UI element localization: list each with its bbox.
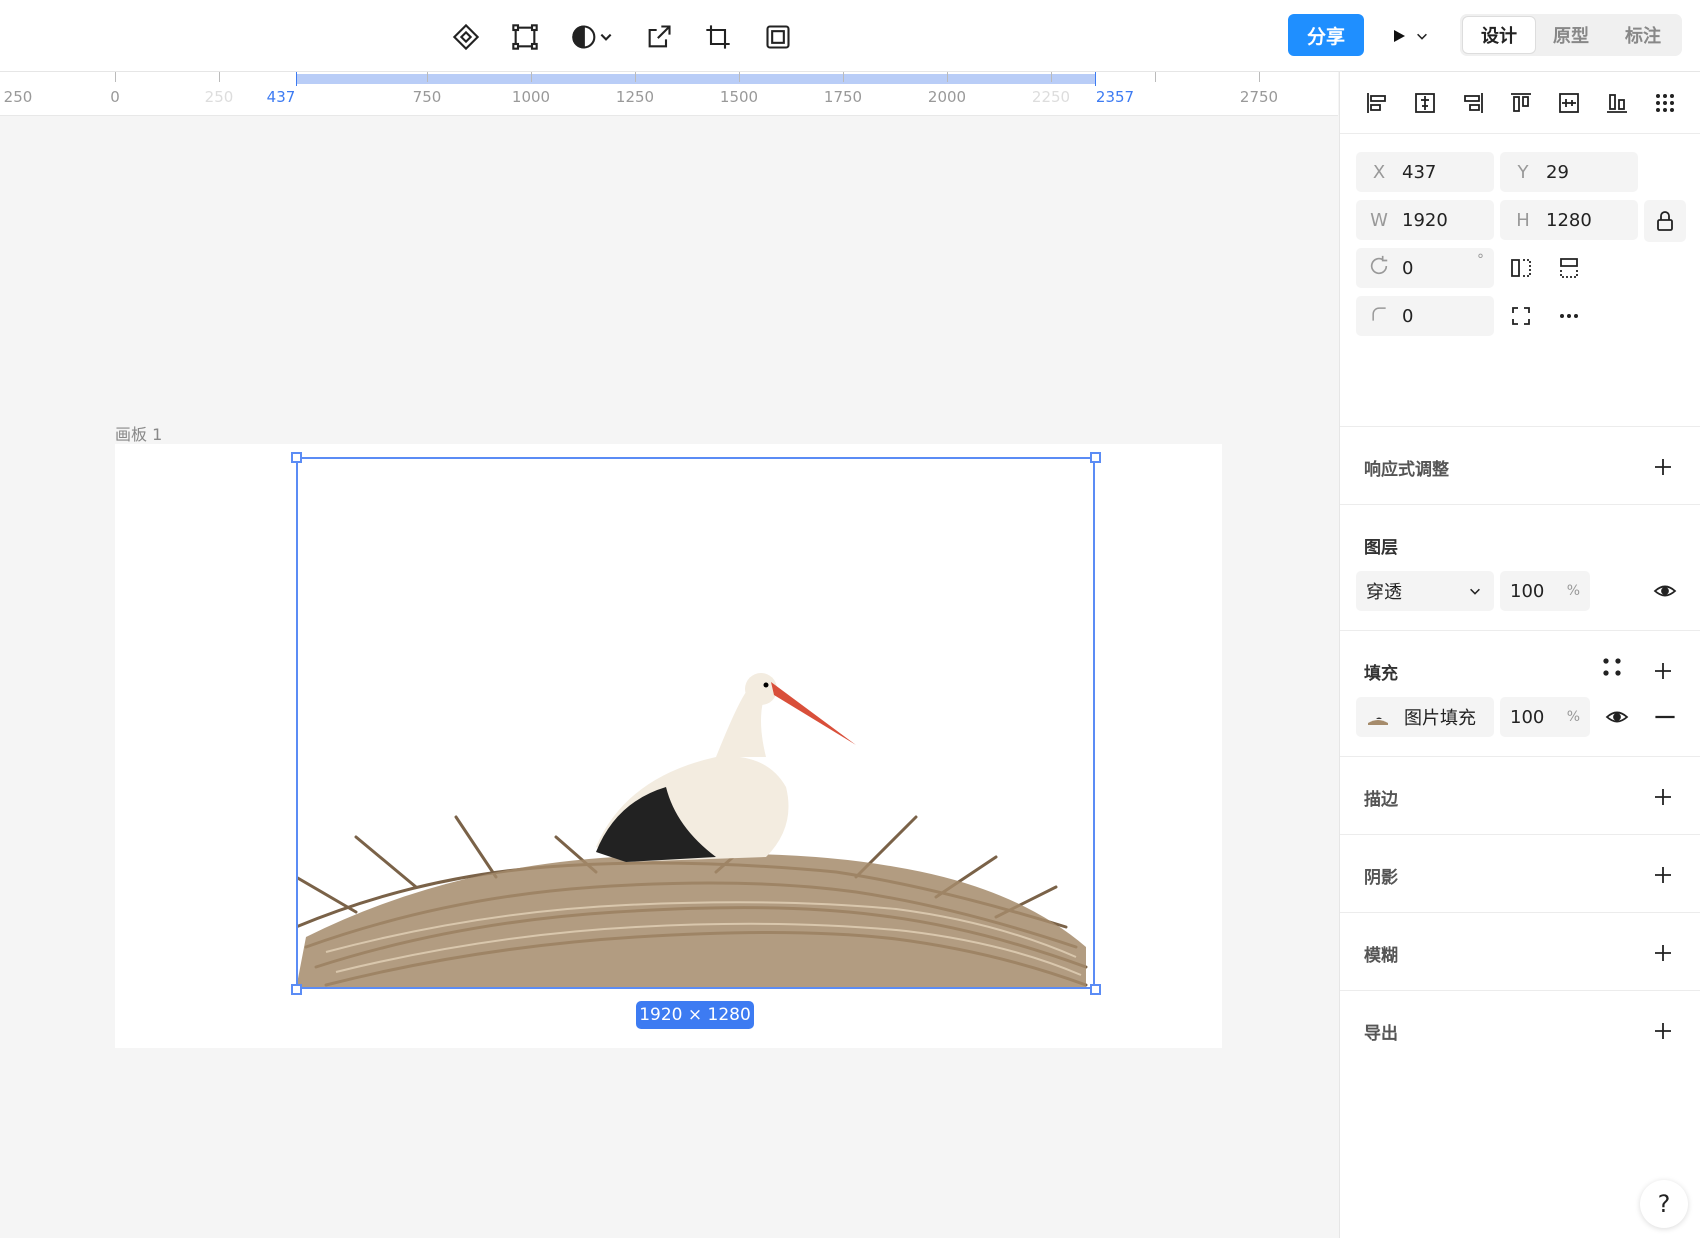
ruler-label-selection-start: 437 — [266, 88, 296, 106]
ruler-label-selection-end: 2357 — [1095, 88, 1135, 106]
fill-visibility-eye-icon[interactable] — [1598, 698, 1636, 736]
distribute-grid-icon[interactable] — [1650, 88, 1680, 118]
add-export-plus-icon[interactable] — [1651, 1019, 1675, 1043]
horizontal-ruler: 250 0 250 437 750 1000 1250 1500 1750 20… — [0, 72, 1338, 116]
ruler-label: 2250 — [1031, 88, 1071, 106]
mode-switcher: 设计 原型 标注 — [1460, 14, 1682, 56]
image-fill-item[interactable]: 图片填充 — [1356, 697, 1494, 737]
ruler-label: 2750 — [1239, 88, 1279, 106]
selection-frame[interactable] — [296, 457, 1095, 989]
responsive-section: 响应式调整 — [1340, 427, 1700, 505]
export-section: 导出 — [1340, 991, 1700, 1069]
ruler-label: 0 — [110, 88, 120, 106]
layer-opacity-field[interactable]: 100 % — [1500, 571, 1590, 611]
ruler-label: 1250 — [615, 88, 655, 106]
align-top-icon[interactable] — [1506, 88, 1536, 118]
align-bottom-icon[interactable] — [1602, 88, 1632, 118]
resize-handle-top-right[interactable] — [1090, 452, 1101, 463]
export-title: 导出 — [1364, 1024, 1398, 1044]
align-horizontal-center-icon[interactable] — [1410, 88, 1440, 118]
fill-opacity-unit: % — [1566, 709, 1580, 725]
add-responsive-plus-icon[interactable] — [1651, 455, 1675, 479]
layer-opacity-unit: % — [1566, 583, 1580, 599]
chevron-down-icon — [1417, 33, 1427, 40]
ruler-label: 1500 — [719, 88, 759, 106]
align-left-icon[interactable] — [1362, 88, 1392, 118]
stroke-title: 描边 — [1364, 790, 1398, 810]
resize-handle-bottom-left[interactable] — [291, 984, 302, 995]
add-blur-plus-icon[interactable] — [1651, 941, 1675, 965]
fill-type-label: 图片填充 — [1404, 708, 1476, 729]
design-canvas[interactable]: 画板 1 1920 × 1280 — [0, 117, 1338, 1238]
ruler-label: 2000 — [927, 88, 967, 106]
align-right-icon[interactable] — [1458, 88, 1488, 118]
add-fill-plus-icon[interactable] — [1651, 659, 1675, 683]
help-button[interactable]: ? — [1640, 1180, 1688, 1228]
fill-title: 填充 — [1364, 664, 1398, 684]
play-icon — [1394, 30, 1405, 42]
position-section-divider — [1340, 134, 1700, 427]
tab-design[interactable]: 设计 — [1463, 17, 1535, 53]
properties-panel: X 437 Y 29 W 1920 H 1280 0 ° 0 响应式调整 图层 … — [1339, 72, 1700, 1238]
add-shadow-plus-icon[interactable] — [1651, 863, 1675, 887]
tab-annotation[interactable]: 标注 — [1607, 17, 1679, 53]
shadow-section: 阴影 — [1340, 835, 1700, 913]
blur-title: 模糊 — [1364, 946, 1398, 966]
ruler-label: 750 — [412, 88, 442, 106]
export-external-icon[interactable] — [640, 18, 678, 56]
fill-styles-icon[interactable] — [1598, 653, 1626, 681]
layer-visibility-eye-icon[interactable] — [1646, 572, 1684, 610]
layer-title: 图层 — [1364, 538, 1398, 558]
share-button[interactable]: 分享 — [1288, 14, 1364, 56]
layer-section: 图层 穿透 100 % — [1340, 505, 1700, 631]
add-stroke-plus-icon[interactable] — [1651, 785, 1675, 809]
tab-prototype[interactable]: 原型 — [1535, 17, 1607, 53]
ruler-label: 1750 — [823, 88, 863, 106]
mask-contrast-icon[interactable] — [564, 18, 620, 56]
resize-handle-top-left[interactable] — [291, 452, 302, 463]
fill-section: 填充 图片填充 100 % — [1340, 631, 1700, 757]
image-fill-thumbnail — [1368, 717, 1388, 725]
component-icon[interactable] — [447, 18, 485, 56]
inner-frame-icon[interactable] — [759, 18, 797, 56]
ruler-label: 250 — [204, 88, 234, 106]
ruler-selection-range — [296, 74, 1095, 84]
transform-frame-icon[interactable] — [506, 18, 544, 56]
fill-opacity-value[interactable]: 100 — [1510, 707, 1544, 728]
align-vertical-center-icon[interactable] — [1554, 88, 1584, 118]
blend-mode-value: 穿透 — [1366, 582, 1402, 603]
stroke-section: 描边 — [1340, 757, 1700, 835]
preview-play-button[interactable] — [1382, 18, 1438, 54]
alignment-toolbar — [1340, 72, 1700, 134]
chevron-down-icon — [1470, 588, 1480, 595]
shadow-title: 阴影 — [1364, 868, 1398, 888]
blend-mode-select[interactable]: 穿透 — [1356, 571, 1494, 611]
blur-section: 模糊 — [1340, 913, 1700, 991]
ruler-label: 1000 — [511, 88, 551, 106]
fill-opacity-field[interactable]: 100 % — [1500, 697, 1590, 737]
crop-icon[interactable] — [699, 18, 737, 56]
remove-fill-minus-icon[interactable] — [1646, 698, 1684, 736]
selection-size-badge: 1920 × 1280 — [636, 1001, 754, 1029]
top-toolbar: 分享 设计 原型 标注 — [0, 0, 1700, 72]
layer-opacity-value[interactable]: 100 — [1510, 581, 1544, 602]
ruler-label: 250 — [3, 88, 33, 106]
resize-handle-bottom-right[interactable] — [1090, 984, 1101, 995]
responsive-title: 响应式调整 — [1364, 460, 1449, 480]
artboard-label[interactable]: 画板 1 — [115, 421, 162, 445]
